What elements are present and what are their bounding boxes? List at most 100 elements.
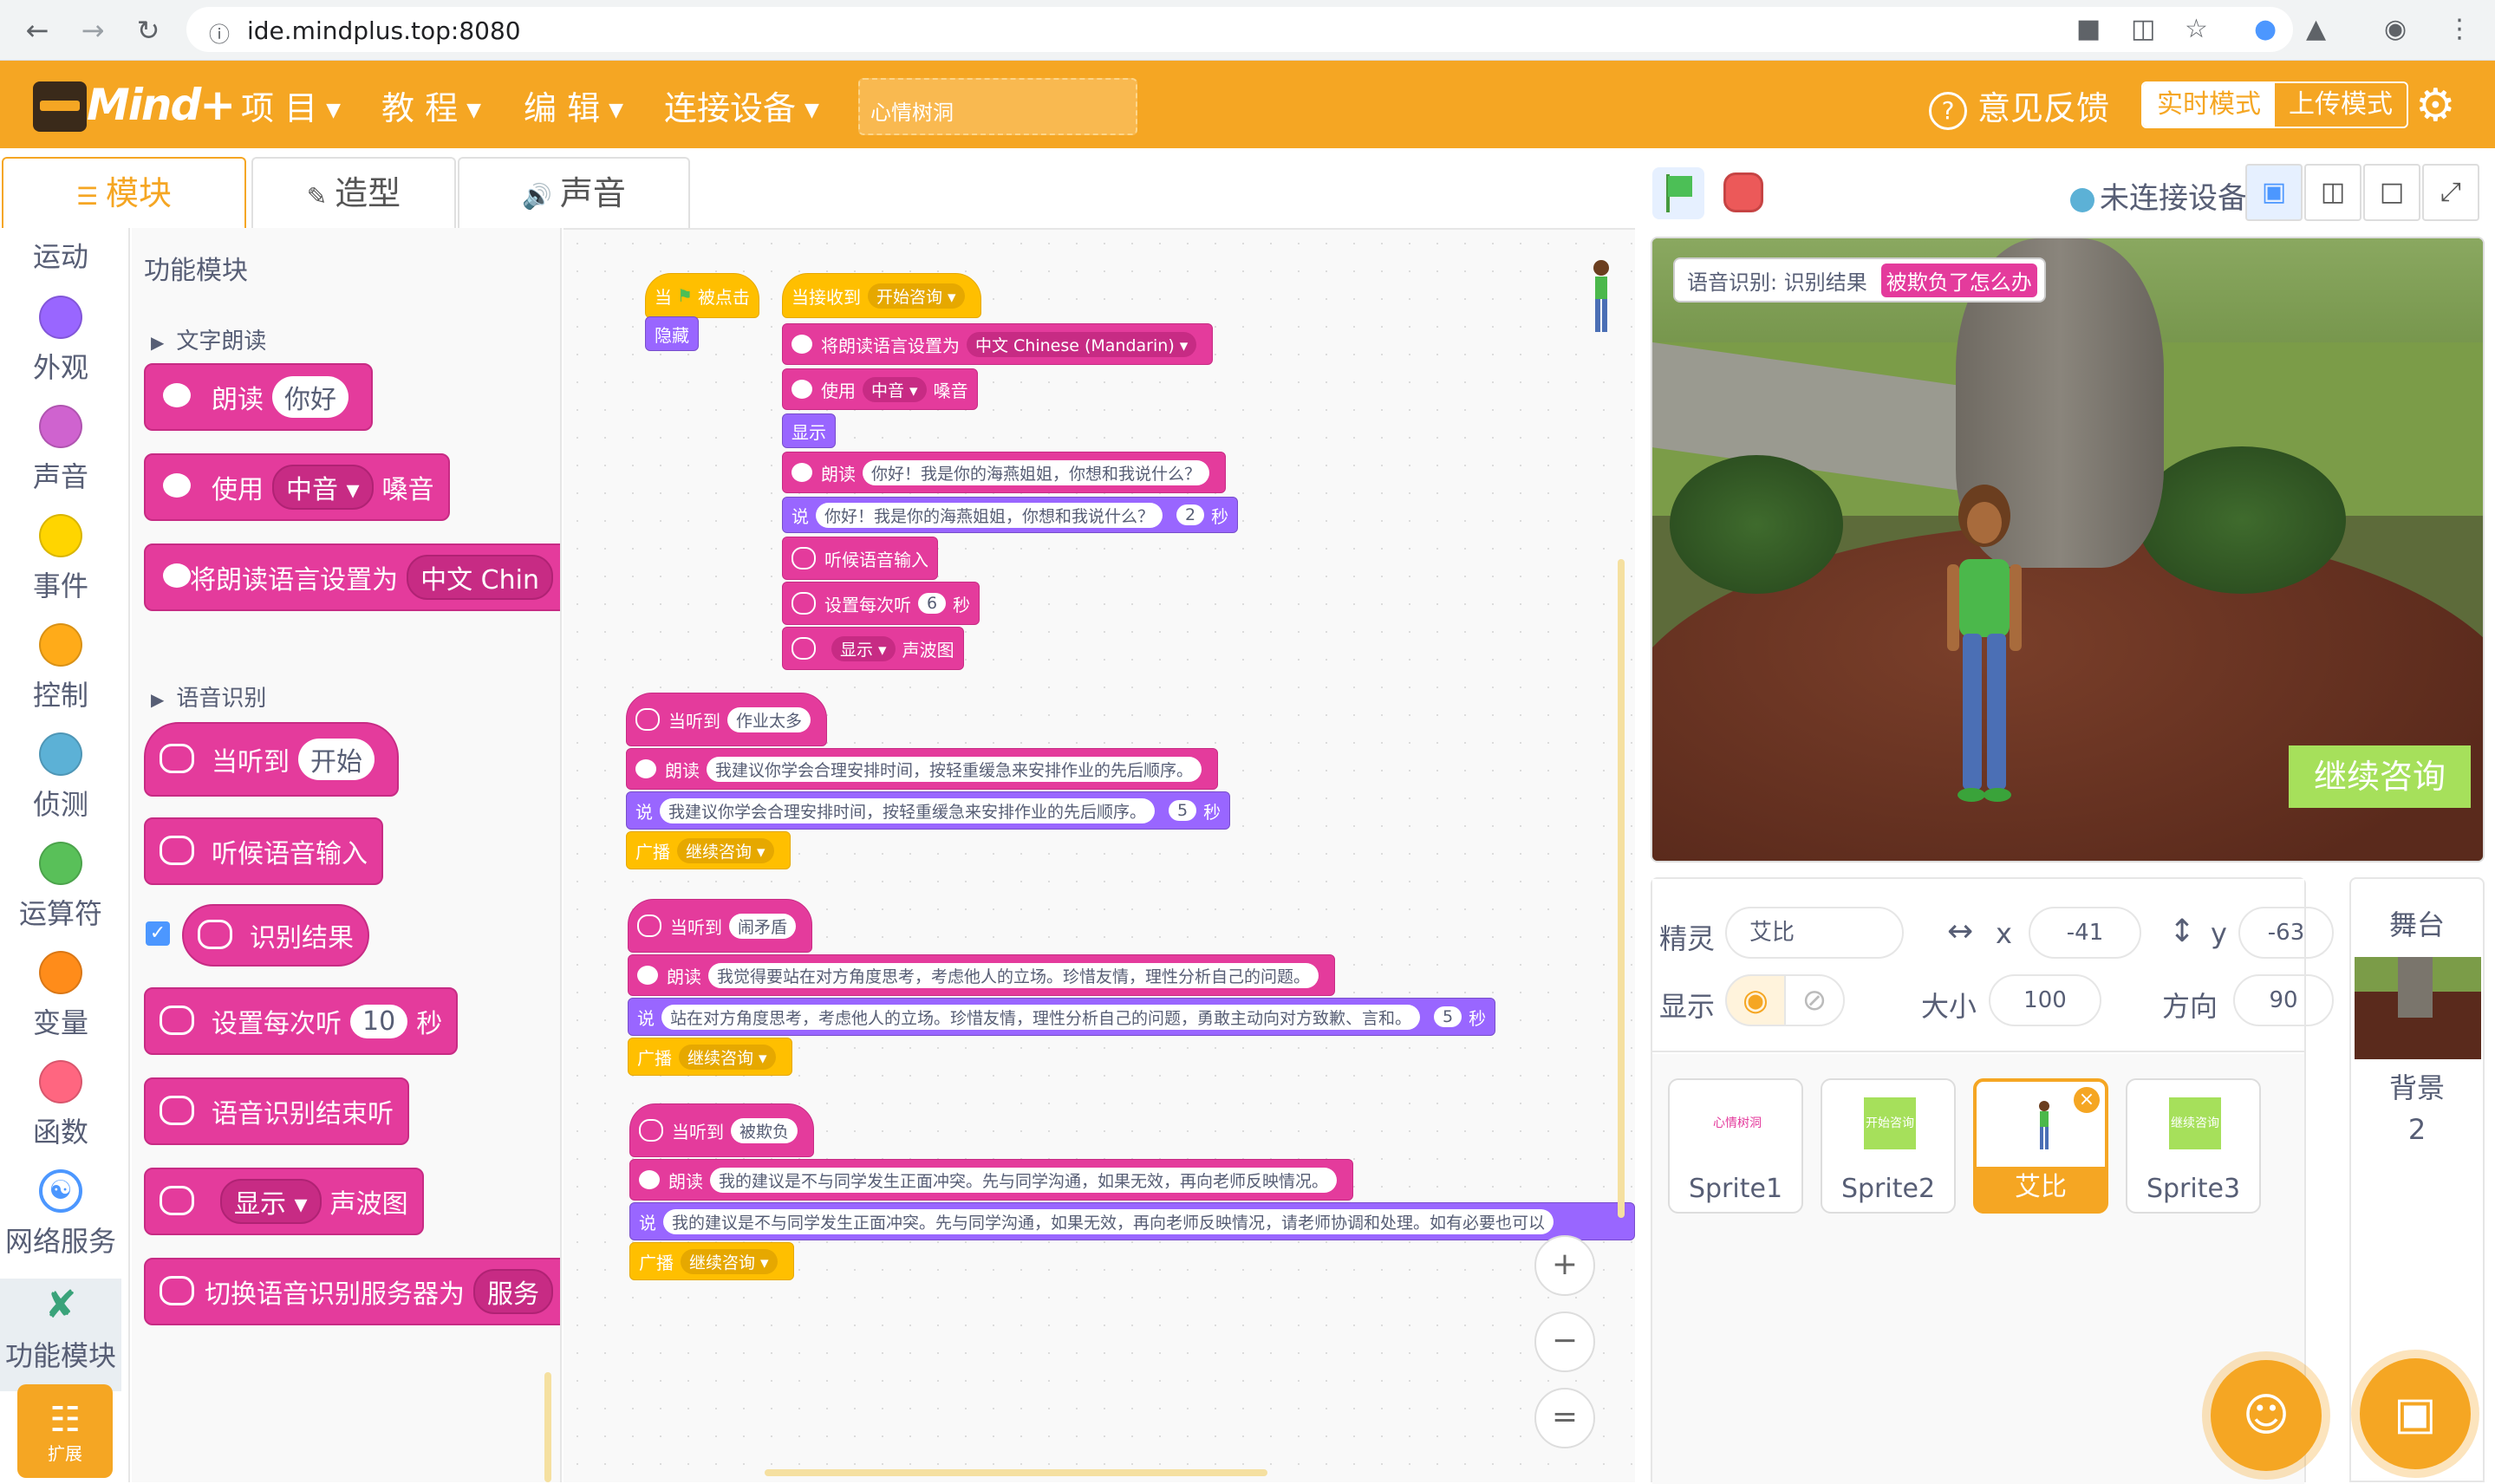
category-sound[interactable]: 声音 xyxy=(0,405,121,495)
sprite-abby[interactable] xyxy=(1937,481,2032,810)
tab-blocks[interactable]: ☰ 模块 xyxy=(2,157,246,228)
y-input[interactable]: -63 xyxy=(2238,907,2334,959)
show-hidden-button[interactable]: ⊘ xyxy=(1784,974,1845,1026)
extension-button[interactable]: ☷ 扩展 xyxy=(17,1384,113,1478)
camera-icon[interactable]: ■ xyxy=(2076,14,2101,44)
back-icon[interactable]: ← xyxy=(19,12,55,49)
block-switch-server[interactable]: 切换语音识别服务器为 服务 xyxy=(144,1258,560,1325)
block-show-waveform[interactable]: 显示 ▾ 声波图 xyxy=(144,1168,424,1235)
block-listen[interactable]: 听候语音输入 xyxy=(144,817,383,885)
close-icon[interactable]: × xyxy=(2074,1087,2100,1113)
bookmark-star-icon[interactable]: ☆ xyxy=(2185,14,2208,44)
block-when-heard[interactable]: 当听到 闹矛盾 xyxy=(628,899,813,953)
add-backdrop-button[interactable]: ▣ xyxy=(2360,1358,2471,1469)
block-when-heard[interactable]: 当听到 开始 xyxy=(144,722,399,797)
gear-icon[interactable]: ⚙ xyxy=(2415,83,2456,128)
drive-icon[interactable]: ▲ xyxy=(2306,14,2326,44)
category-motion[interactable]: 运动 xyxy=(0,235,121,275)
block-hide[interactable]: 隐藏 xyxy=(645,316,699,351)
block-set-language[interactable]: 将朗读语言设置为 中文 Chin xyxy=(144,543,560,611)
zoom-in-button[interactable]: + xyxy=(1534,1235,1595,1296)
menu-connect-device[interactable]: 连接设备 ▼ xyxy=(664,81,819,129)
info-icon[interactable]: ⓘ xyxy=(209,17,230,48)
sprite-name-input[interactable]: 艾比 xyxy=(1725,907,1904,959)
block-when-receive[interactable]: 当接收到 开始咨询 ▾ xyxy=(782,273,981,318)
extension-icon[interactable]: ● xyxy=(2254,14,2277,44)
realtime-mode-button[interactable]: 实时模式 xyxy=(2143,83,2275,127)
continue-consult-sprite[interactable]: 继续咨询 xyxy=(2289,745,2471,808)
block-when-heard[interactable]: 当听到 被欺负 xyxy=(629,1103,815,1157)
block-set-language[interactable]: 将朗读语言设置为 中文 Chinese (Mandarin) ▾ xyxy=(782,323,1214,365)
block-when-flag-clicked[interactable]: 当 ⚑ 被点击 xyxy=(645,273,759,318)
x-input[interactable]: -41 xyxy=(2029,907,2141,959)
block-end-listen[interactable]: 语音识别结束听 xyxy=(144,1077,409,1145)
direction-input[interactable]: 90 xyxy=(2233,974,2334,1026)
large-stage-button[interactable]: □ xyxy=(2363,164,2420,221)
block-say-for-secs[interactable]: 说站在对方角度思考，考虑他人的立场。珍惜友情，理性分析自己的问题，勇敢主动向对方… xyxy=(628,998,1496,1036)
menu-tutorial[interactable]: 教 程 ▼ xyxy=(381,81,481,129)
block-show-waveform[interactable]: 显示 ▾ 声波图 xyxy=(782,627,964,670)
tab-sounds[interactable]: 🔊 声音 xyxy=(458,157,690,228)
category-sensing[interactable]: 侦测 xyxy=(0,732,121,823)
sprite-card-sprite1[interactable]: 心情树洞 Sprite1 xyxy=(1668,1078,1803,1214)
feedback-button[interactable]: ? 意见反馈 xyxy=(1929,81,2109,130)
section-asr[interactable]: 语音识别 xyxy=(151,680,266,713)
block-say-for-secs[interactable]: 说我的建议是不与同学发生正面冲突。先与同学沟通，如果无效，再向老师反映情况，请老… xyxy=(629,1202,1635,1240)
block-speak[interactable]: 朗读 你好 xyxy=(144,363,373,431)
block-use-voice[interactable]: 使用 中音 ▾ 嗓音 xyxy=(144,453,450,521)
menu-edit[interactable]: 编 辑 ▼ xyxy=(524,81,623,129)
variable-monitor[interactable]: 语音识别: 识别结果 被欺负了怎么办 xyxy=(1673,257,2046,303)
show-visible-button[interactable]: ◉ xyxy=(1725,974,1786,1026)
script-area[interactable]: 当 ⚑ 被点击 隐藏 当接收到 开始咨询 ▾ 将朗读语言设置为 中文 Chinese (… xyxy=(563,228,1635,1482)
block-broadcast[interactable]: 广播 继续咨询 ▾ xyxy=(629,1242,794,1280)
tab-costumes[interactable]: ✎ 造型 xyxy=(251,157,456,228)
profile-avatar[interactable]: ◉ xyxy=(2384,14,2407,44)
script-scrollbar-vertical[interactable] xyxy=(1618,559,1625,1218)
block-broadcast[interactable]: 广播 继续咨询 ▾ xyxy=(628,1038,792,1076)
add-sprite-button[interactable]: ☺ xyxy=(2211,1360,2322,1471)
block-set-listen-duration[interactable]: 设置每次听 10 秒 xyxy=(144,987,459,1055)
normal-stage-button[interactable]: ◫ xyxy=(2304,164,2361,221)
block-say-for-secs[interactable]: 说你好！我是你的海燕姐姐，你想和我说什么？ 2 秒 xyxy=(782,497,1239,533)
block-listen[interactable]: 听候语音输入 xyxy=(782,537,938,580)
size-input[interactable]: 100 xyxy=(1989,974,2101,1026)
block-speak[interactable]: 朗读 我的建议是不与同学发生正面冲突。先与同学沟通，如果无效，再向老师反映情况。 xyxy=(629,1159,1354,1201)
palette-scrollbar[interactable] xyxy=(544,1372,551,1482)
block-when-heard[interactable]: 当听到 作业太多 xyxy=(626,693,828,746)
address-bar[interactable]: ⓘ ide.mindplus.top:8080 xyxy=(186,7,2293,52)
section-tts[interactable]: 文字朗读 xyxy=(151,323,266,355)
block-say-for-secs[interactable]: 说我建议你学会合理安排时间，按轻重缓急来安排作业的先后顺序。 5 秒 xyxy=(626,791,1231,830)
green-flag-button[interactable] xyxy=(1652,167,1704,219)
upload-mode-button[interactable]: 上传模式 xyxy=(2275,83,2407,127)
mindplus-logo[interactable]: Mind+ xyxy=(33,75,236,135)
reload-icon[interactable]: ↻ xyxy=(130,12,166,49)
zoom-out-button[interactable]: − xyxy=(1534,1312,1595,1372)
sprite-card-abby[interactable]: × 艾比 xyxy=(1973,1078,2108,1214)
project-name-input[interactable]: 心情树洞 xyxy=(858,78,1137,135)
mode-switch[interactable]: 实时模式 上传模式 xyxy=(2141,81,2408,128)
block-recognition-result[interactable]: 识别结果 xyxy=(182,904,369,967)
stage-canvas[interactable]: 语音识别: 识别结果 被欺负了怎么办 继续咨询 xyxy=(1651,237,2485,862)
block-speak[interactable]: 朗读 我建议你学会合理安排时间，按轻重缓急来安排作业的先后顺序。 xyxy=(626,748,1219,790)
block-set-listen-duration[interactable]: 设置每次听 6 秒 xyxy=(782,582,980,625)
translate-icon[interactable]: ◫ xyxy=(2131,14,2155,44)
stop-button[interactable] xyxy=(1723,172,1763,212)
checkbox-result-monitor[interactable]: ✓ xyxy=(146,921,170,946)
block-broadcast[interactable]: 广播 继续咨询 ▾ xyxy=(626,831,791,869)
connection-status[interactable]: 未连接设备 xyxy=(2070,174,2247,217)
category-operators[interactable]: 运算符 xyxy=(0,842,121,932)
forward-icon[interactable]: → xyxy=(75,12,111,49)
more-menu-icon[interactable]: ⋮ xyxy=(2446,14,2472,44)
category-control[interactable]: 控制 xyxy=(0,623,121,713)
sprite-card-sprite3[interactable]: 继续咨询 Sprite3 xyxy=(2126,1078,2261,1214)
script-scrollbar-horizontal[interactable] xyxy=(765,1469,1267,1476)
block-speak[interactable]: 朗读 我觉得要站在对方角度思考，考虑他人的立场。珍惜友情，理性分析自己的问题。 xyxy=(628,954,1336,996)
category-function-modules[interactable]: ✘ 功能模块 xyxy=(0,1279,121,1391)
category-variables[interactable]: 变量 xyxy=(0,951,121,1041)
sprite-card-sprite2[interactable]: 开始咨询 Sprite2 xyxy=(1821,1078,1956,1214)
menu-project[interactable]: 项 目 ▼ xyxy=(241,81,341,129)
zoom-reset-button[interactable]: = xyxy=(1534,1388,1595,1448)
category-events[interactable]: 事件 xyxy=(0,514,121,604)
block-show[interactable]: 显示 xyxy=(782,413,836,448)
fullscreen-button[interactable]: ⤢ xyxy=(2422,164,2479,221)
